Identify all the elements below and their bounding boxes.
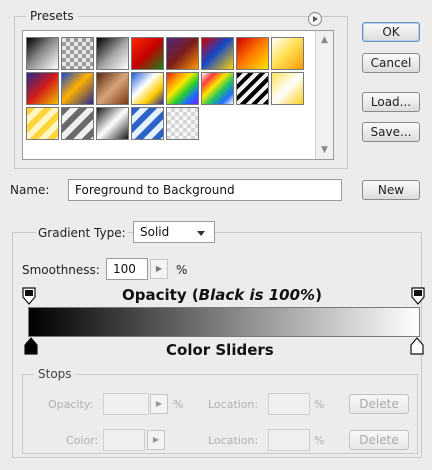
- opacity-title: Opacity (Black is 100%): [122, 286, 322, 304]
- preset-swatch[interactable]: [96, 37, 129, 70]
- stops-color-label: Color:: [66, 434, 99, 447]
- preset-swatch[interactable]: [131, 72, 164, 105]
- opacity-title-italic: Black is 100%: [198, 286, 316, 304]
- preset-swatch[interactable]: [271, 37, 304, 70]
- color-stop-right[interactable]: [410, 337, 424, 355]
- presets-menu-icon[interactable]: [308, 12, 322, 26]
- stops-color-stepper[interactable]: ▶: [147, 430, 165, 450]
- preset-scrollbar[interactable]: ▲ ▼: [315, 31, 333, 159]
- opacity-title-plain: Opacity (: [122, 286, 199, 304]
- stops-opacity-stepper[interactable]: ▶: [150, 394, 168, 414]
- gradient-preview-bar[interactable]: [28, 307, 420, 337]
- stops-location-unit: %: [314, 398, 325, 411]
- color-sliders-title: Color Sliders: [166, 341, 274, 359]
- preset-swatch[interactable]: [61, 37, 94, 70]
- opacity-stop-right[interactable]: [411, 287, 425, 305]
- stops-delete2-button[interactable]: Delete: [349, 430, 409, 450]
- name-label: Name:: [10, 183, 50, 197]
- stops-delete-button[interactable]: Delete: [349, 394, 409, 414]
- stops-opacity-unit: %: [173, 398, 184, 411]
- scroll-up-icon[interactable]: ▲: [316, 35, 333, 45]
- presets-legend: Presets: [26, 9, 78, 23]
- stops-location2-input[interactable]: [268, 429, 310, 451]
- stops-color-swatch[interactable]: [103, 429, 145, 451]
- stops-location-input[interactable]: [268, 393, 310, 415]
- preset-swatch[interactable]: [166, 37, 199, 70]
- color-stop-left[interactable]: [24, 337, 38, 355]
- new-button[interactable]: New: [362, 180, 420, 200]
- preset-swatch[interactable]: [131, 37, 164, 70]
- preset-swatch[interactable]: [26, 37, 59, 70]
- stops-location2-unit: %: [314, 434, 325, 447]
- preset-swatch-panel: ▲ ▼: [22, 30, 334, 160]
- name-field[interactable]: Foreground to Background: [68, 179, 342, 201]
- gradient-type-value: Solid: [140, 225, 170, 239]
- scroll-down-icon[interactable]: ▼: [316, 145, 333, 155]
- ok-button[interactable]: OK: [362, 22, 420, 42]
- stops-opacity-label: Opacity:: [48, 398, 94, 411]
- preset-swatch[interactable]: [236, 37, 269, 70]
- stops-legend: Stops: [34, 367, 76, 381]
- smoothness-input[interactable]: 100: [106, 258, 148, 280]
- preset-swatch[interactable]: [166, 107, 199, 140]
- preset-swatch[interactable]: [201, 37, 234, 70]
- save-button[interactable]: Save...: [362, 122, 420, 142]
- stops-location2-label: Location:: [208, 434, 259, 447]
- preset-swatch[interactable]: [236, 72, 269, 105]
- smoothness-stepper[interactable]: ▶: [150, 259, 168, 279]
- preset-swatch[interactable]: [131, 107, 164, 140]
- preset-swatch[interactable]: [26, 107, 59, 140]
- cancel-button[interactable]: Cancel: [362, 53, 420, 73]
- preset-swatch[interactable]: [271, 72, 304, 105]
- gradient-type-dropdown[interactable]: Solid: [133, 221, 215, 243]
- preset-swatch-grid: [26, 37, 304, 140]
- chevron-down-icon: [197, 231, 205, 236]
- smoothness-unit: %: [176, 263, 188, 277]
- stops-opacity-input[interactable]: [103, 393, 149, 415]
- smoothness-label: Smoothness:: [22, 263, 100, 277]
- preset-swatch[interactable]: [26, 72, 59, 105]
- preset-swatch[interactable]: [201, 72, 234, 105]
- opacity-title-close: ): [315, 286, 322, 304]
- preset-swatch[interactable]: [96, 107, 129, 140]
- load-button[interactable]: Load...: [362, 92, 420, 112]
- preset-swatch[interactable]: [61, 107, 94, 140]
- gradient-type-label: Gradient Type:: [36, 226, 128, 240]
- preset-swatch[interactable]: [61, 72, 94, 105]
- preset-swatch[interactable]: [96, 72, 129, 105]
- preset-swatch[interactable]: [166, 72, 199, 105]
- stops-location-label: Location:: [208, 398, 259, 411]
- opacity-stop-left[interactable]: [22, 287, 36, 305]
